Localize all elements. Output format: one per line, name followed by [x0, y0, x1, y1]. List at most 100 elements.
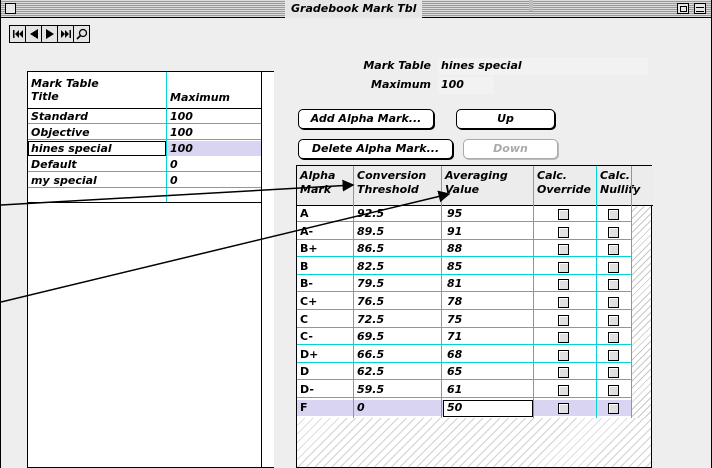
grid-row[interactable]: A- 89.5 91 — [297, 224, 651, 240]
down-button[interactable]: Down — [463, 139, 558, 159]
list-item[interactable]: hines special 100 — [28, 141, 261, 156]
calc-override-checkbox[interactable] — [558, 297, 569, 308]
grid-row[interactable]: F 0 50 — [297, 399, 651, 417]
alpha-mark-grid[interactable]: Alpha Mark Conversion Threshold Averaging V… — [296, 165, 653, 468]
calc-override-checkbox[interactable] — [558, 349, 569, 361]
conversion-threshold-cell[interactable]: 69.5 — [357, 329, 384, 345]
averaging-value-cell[interactable]: 78 — [447, 294, 462, 310]
calc-nullify-checkbox[interactable] — [608, 209, 619, 220]
grid-row[interactable]: B- 79.5 81 — [297, 276, 651, 293]
delete-alpha-mark-button[interactable]: Delete Alpha Mark... — [298, 139, 453, 159]
grid-row[interactable]: B+ 86.5 88 — [297, 241, 651, 258]
conversion-threshold-cell[interactable]: 82.5 — [357, 259, 384, 275]
previous-record-icon[interactable] — [25, 25, 42, 43]
calc-nullify-checkbox[interactable] — [608, 385, 619, 396]
calc-override-checkbox[interactable] — [558, 226, 569, 238]
maximum-field[interactable]: 100 — [438, 77, 494, 94]
grid-header: Alpha Mark Conversion Threshold Averaging V… — [297, 166, 653, 206]
averaging-value-cell[interactable]: 95 — [447, 206, 462, 222]
alpha-mark-cell: F — [300, 400, 308, 414]
averaging-value-cell[interactable]: 85 — [447, 259, 462, 275]
conversion-threshold-cell[interactable]: 76.5 — [357, 294, 384, 310]
calc-override-checkbox[interactable] — [558, 261, 569, 273]
calc-override-checkbox[interactable] — [558, 332, 569, 344]
add-alpha-mark-button[interactable]: Add Alpha Mark... — [298, 109, 434, 129]
conversion-threshold-cell[interactable]: 0 — [357, 400, 365, 416]
calc-override-checkbox[interactable] — [558, 279, 569, 291]
averaging-value-cell[interactable]: 75 — [447, 312, 462, 328]
conversion-threshold-cell[interactable]: 62.5 — [357, 364, 384, 380]
grid-row[interactable]: B 82.5 85 — [297, 259, 651, 275]
maximum-value: 100 — [441, 78, 464, 91]
find-magnifier-icon[interactable] — [73, 25, 90, 43]
calc-override-checkbox[interactable] — [558, 385, 569, 396]
grid-empty-area — [297, 418, 651, 467]
averaging-value-cell[interactable]: 65 — [447, 364, 462, 380]
calc-nullify-checkbox[interactable] — [608, 297, 619, 308]
collapse-box-icon[interactable] — [694, 3, 706, 14]
calc-nullify-checkbox[interactable] — [608, 226, 619, 238]
averaging-value-cell[interactable]: 81 — [447, 276, 462, 292]
conversion-threshold-cell[interactable]: 79.5 — [357, 276, 384, 292]
calc-override-checkbox[interactable] — [558, 209, 569, 220]
averaging-value-cell[interactable]: 61 — [447, 382, 462, 398]
column-divider — [166, 72, 167, 109]
grid-row[interactable]: D- 59.5 61 — [297, 382, 651, 398]
conversion-threshold-cell[interactable]: 92.5 — [357, 206, 384, 222]
first-record-icon[interactable] — [9, 25, 26, 43]
calc-override-checkbox[interactable] — [558, 367, 569, 379]
calc-nullify-checkbox[interactable] — [608, 244, 619, 256]
alpha-mark-cell: B — [300, 259, 309, 273]
conversion-threshold-cell[interactable]: 66.5 — [357, 347, 384, 363]
record-nav-bar — [9, 25, 90, 45]
list-item[interactable]: Default 0 — [28, 157, 261, 172]
averaging-value-cell[interactable]: 71 — [447, 329, 462, 345]
calc-override-checkbox[interactable] — [558, 314, 569, 326]
averaging-value-cell[interactable]: 88 — [447, 241, 462, 257]
alpha-mark-cell: A — [300, 207, 309, 220]
calc-nullify-checkbox[interactable] — [608, 402, 619, 414]
column-divider — [631, 166, 632, 418]
last-record-icon[interactable] — [57, 25, 74, 43]
list-item-maximum: 100 — [170, 142, 193, 155]
calc-override-checkbox[interactable] — [558, 244, 569, 256]
averaging-value-cell[interactable]: 68 — [447, 347, 462, 363]
mark-table-field[interactable]: hines special — [438, 58, 648, 75]
conversion-threshold-cell[interactable]: 72.5 — [357, 312, 384, 328]
list-item-title: Objective — [31, 126, 90, 139]
list-item[interactable]: my special 0 — [28, 173, 261, 188]
list-item[interactable]: Standard 100 — [28, 109, 261, 124]
calc-nullify-checkbox[interactable] — [608, 314, 619, 326]
calc-override-checkbox[interactable] — [558, 402, 569, 414]
conversion-threshold-cell[interactable]: 86.5 — [357, 241, 384, 257]
list-item[interactable]: Objective 100 — [28, 125, 261, 140]
list-item-maximum: 0 — [170, 158, 178, 171]
conversion-threshold-cell[interactable]: 59.5 — [357, 382, 384, 398]
mark-table-label: Mark Table — [363, 59, 431, 72]
title-bar[interactable]: Gradebook Mark Tbl — [1, 0, 711, 18]
grid-row[interactable]: A 92.5 95 — [297, 206, 651, 222]
conversion-threshold-cell[interactable]: 89.5 — [357, 224, 384, 240]
zoom-box-icon[interactable] — [677, 3, 689, 14]
calc-nullify-checkbox[interactable] — [608, 349, 619, 361]
averaging-value-cell[interactable]: 50 — [447, 400, 462, 416]
alpha-mark-cell: D — [300, 365, 310, 379]
header-conversion-threshold: Conversion Threshold — [357, 169, 427, 196]
grid-row[interactable]: D 62.5 65 — [297, 364, 651, 381]
close-box-icon[interactable] — [5, 3, 16, 14]
calc-nullify-checkbox[interactable] — [608, 279, 619, 291]
calc-nullify-checkbox[interactable] — [608, 332, 619, 344]
up-button[interactable]: Up — [456, 109, 555, 129]
list-scrollbar[interactable] — [261, 72, 274, 467]
grid-row[interactable]: C 72.5 75 — [297, 312, 651, 328]
calc-nullify-checkbox[interactable] — [608, 261, 619, 273]
grid-row[interactable]: C+ 76.5 78 — [297, 294, 651, 310]
decoration — [529, 0, 533, 11]
calc-nullify-checkbox[interactable] — [608, 367, 619, 379]
list-header: Mark Table Title Maximum — [28, 72, 261, 109]
next-record-icon[interactable] — [41, 25, 58, 43]
mark-table-list[interactable]: Mark Table Title Maximum Standard 100 Objec… — [27, 71, 274, 468]
grid-row[interactable]: D+ 66.5 68 — [297, 347, 651, 363]
grid-row[interactable]: C- 69.5 71 — [297, 329, 651, 346]
averaging-value-cell[interactable]: 91 — [447, 224, 462, 240]
